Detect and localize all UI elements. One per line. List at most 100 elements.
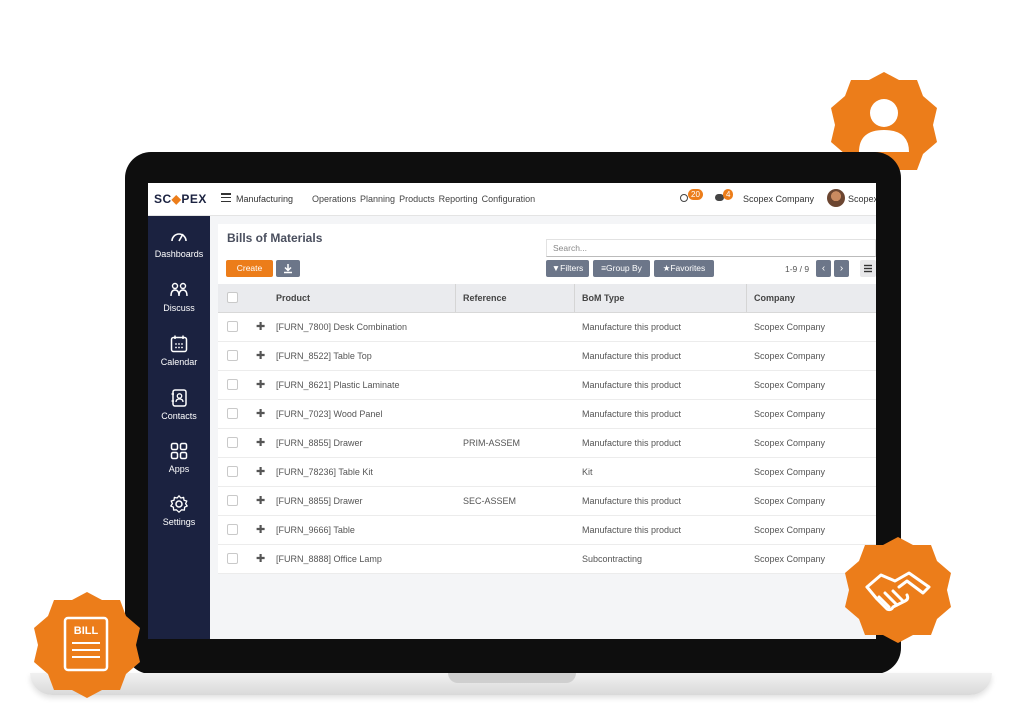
table-row[interactable]: ✚ [FURN_7023] Wood Panel Manufacture this … [218,400,876,429]
chevron-left-icon: ‹ [821,263,826,274]
row-checkbox[interactable] [227,466,238,477]
user-name[interactable]: Scopex [848,194,876,204]
app-name[interactable]: Manufacturing [236,194,293,204]
sidebar-label: Discuss [163,303,195,313]
drag-handle-icon[interactable]: ✚ [256,407,265,420]
cell-company: Scopex Company [754,467,826,477]
filters-button[interactable]: ▼Filters [546,260,589,277]
column-divider [746,284,747,312]
gear-icon [170,495,188,513]
sidebar-item-dashboards[interactable]: Dashboards [148,226,210,259]
company-switcher[interactable]: Scopex Company [743,194,814,204]
cell-company: Scopex Company [754,554,826,564]
cell-company: Scopex Company [754,322,826,332]
row-checkbox[interactable] [227,321,238,332]
drag-handle-icon[interactable]: ✚ [256,320,265,333]
pager-previous-button[interactable]: ‹ [816,260,831,277]
people-icon [170,282,188,297]
column-divider [455,284,456,312]
table-row[interactable]: ✚ [FURN_8621] Plastic Laminate Manufacture… [218,371,876,400]
row-checkbox[interactable] [227,553,238,564]
pager-next-button[interactable]: › [834,260,849,277]
page-title: Bills of Materials [227,231,323,245]
row-checkbox[interactable] [227,437,238,448]
table-row[interactable]: ✚ [FURN_8522] Table Top Manufacture this p… [218,342,876,371]
column-product[interactable]: Product [276,293,310,303]
logo-mark-icon: ◆ [171,192,182,206]
table-row[interactable]: ✚ [FURN_78236] Table Kit Kit Scopex Company [218,458,876,487]
hamburger-menu-icon[interactable] [221,193,231,203]
chevron-right-icon: › [839,263,844,274]
activity-count-badge: 20 [688,189,703,200]
drag-handle-icon[interactable]: ✚ [256,523,265,536]
app-sidebar: Dashboards Discuss Calendar Contacts App… [148,216,210,639]
cell-product: [FURN_7800] Desk Combination [276,322,408,332]
cell-product: [FURN_8621] Plastic Laminate [276,380,400,390]
bill-label: BILL [74,625,99,637]
pager-value[interactable]: 1-9 / 9 [785,264,809,274]
table-row[interactable]: ✚ [FURN_8888] Office Lamp Subcontracting Sc… [218,545,876,574]
download-button[interactable] [276,260,300,277]
group-by-button[interactable]: ≡Group By [593,260,650,277]
top-navbar: SC◆PEX Manufacturing Operations Planning… [148,183,876,216]
drag-handle-icon[interactable]: ✚ [256,494,265,507]
create-button[interactable]: Create [226,260,273,277]
column-reference[interactable]: Reference [463,293,507,303]
table-row[interactable]: ✚ [FURN_8855] Drawer SEC-ASSEM Manufacture … [218,487,876,516]
brand-logo[interactable]: SC◆PEX [154,192,207,206]
sidebar-label: Contacts [161,411,197,421]
favorites-button[interactable]: ★Favorites [654,260,714,277]
calendar-icon [170,335,188,353]
cell-company: Scopex Company [754,351,826,361]
contact-book-icon [171,389,187,407]
menu-operations[interactable]: Operations [312,194,356,204]
sidebar-item-apps[interactable]: Apps [148,441,210,474]
cell-bom-type: Manufacture this product [582,438,682,448]
bill-badge-icon: BILL [34,592,140,698]
drag-handle-icon[interactable]: ✚ [256,552,265,565]
cell-bom-type: Subcontracting [582,554,643,564]
menu-products[interactable]: Products [399,194,435,204]
drag-handle-icon[interactable]: ✚ [256,378,265,391]
bom-table: Product Reference BoM Type Company ✚ [FUR… [218,284,876,574]
row-checkbox[interactable] [227,379,238,390]
menu-configuration[interactable]: Configuration [482,194,536,204]
column-bom-type[interactable]: BoM Type [582,293,624,303]
message-count-badge: 4 [723,189,734,200]
list-view-button[interactable] [860,260,876,277]
column-company[interactable]: Company [754,293,795,303]
cell-product: [FURN_9666] Table [276,525,355,535]
cell-reference: PRIM-ASSEM [463,438,521,448]
cell-bom-type: Manufacture this product [582,322,682,332]
top-menu: Operations Planning Products Reporting C… [312,194,535,204]
cell-company: Scopex Company [754,438,826,448]
cell-product: [FURN_8855] Drawer [276,496,363,506]
menu-planning[interactable]: Planning [360,194,395,204]
cell-product: [FURN_78236] Table Kit [276,467,373,477]
drag-handle-icon[interactable]: ✚ [256,349,265,362]
search-input[interactable]: Search... [546,239,876,257]
sidebar-item-settings[interactable]: Settings [148,494,210,527]
drag-handle-icon[interactable]: ✚ [256,436,265,449]
menu-reporting[interactable]: Reporting [439,194,478,204]
table-row[interactable]: ✚ [FURN_8855] Drawer PRIM-ASSEM Manufacture… [218,429,876,458]
activity-clock-icon[interactable] [680,194,688,202]
table-row[interactable]: ✚ [FURN_7800] Desk Combination Manufacture… [218,313,876,342]
user-avatar[interactable] [827,189,845,207]
sidebar-item-contacts[interactable]: Contacts [148,388,210,421]
select-all-checkbox[interactable] [227,292,238,303]
sidebar-item-calendar[interactable]: Calendar [148,334,210,367]
filter-icon: ▼ [551,263,561,273]
handshake-badge-icon [845,537,951,643]
table-header: Product Reference BoM Type Company [218,284,876,313]
row-checkbox[interactable] [227,495,238,506]
cell-bom-type: Kit [582,467,593,477]
row-checkbox[interactable] [227,350,238,361]
cell-bom-type: Manufacture this product [582,409,682,419]
table-row[interactable]: ✚ [FURN_9666] Table Manufacture this produ… [218,516,876,545]
row-checkbox[interactable] [227,524,238,535]
laptop-notch [448,673,576,683]
sidebar-item-discuss[interactable]: Discuss [148,280,210,313]
drag-handle-icon[interactable]: ✚ [256,465,265,478]
row-checkbox[interactable] [227,408,238,419]
